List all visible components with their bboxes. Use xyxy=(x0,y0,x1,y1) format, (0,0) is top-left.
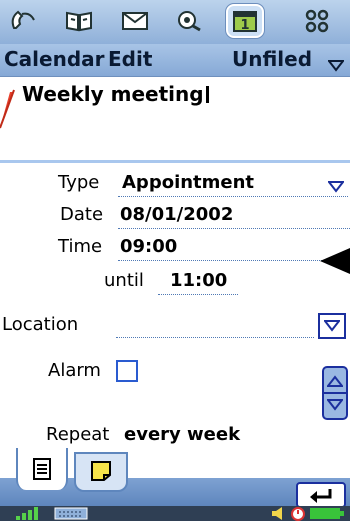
entry-title-text: Weekly meeting xyxy=(22,82,204,106)
contacts-icon[interactable] xyxy=(62,6,96,36)
time-label: Time xyxy=(58,236,103,257)
text-cursor xyxy=(205,86,209,103)
location-label: Location xyxy=(2,314,79,335)
time-value[interactable]: 09:00 xyxy=(120,236,177,257)
calendar-menu[interactable]: Calendar xyxy=(4,47,105,71)
apps-icon[interactable] xyxy=(300,6,334,36)
folder-dropdown-icon[interactable] xyxy=(326,57,346,76)
scroll-divider xyxy=(324,392,346,394)
edit-menu[interactable]: Edit xyxy=(108,47,152,71)
until-label: until xyxy=(104,270,144,291)
signal-strength-icon xyxy=(16,507,38,520)
pointer-arrow-icon xyxy=(0,89,15,129)
type-field-line xyxy=(118,196,348,197)
scroll-up-button[interactable] xyxy=(326,371,344,391)
time-field-line xyxy=(118,260,350,261)
menu-bar: Calendar Edit Unfiled xyxy=(0,44,350,77)
chevron-up-icon xyxy=(327,375,343,387)
title-separator xyxy=(0,160,350,163)
status-bar xyxy=(0,506,350,521)
phone-icon[interactable] xyxy=(6,6,40,36)
web-icon[interactable] xyxy=(172,6,206,36)
chevron-down-icon xyxy=(324,320,340,332)
volume-icon[interactable] xyxy=(270,506,286,521)
messages-icon[interactable] xyxy=(118,6,152,36)
calendar-icon[interactable]: 1 xyxy=(226,4,264,38)
location-dropdown-button[interactable] xyxy=(318,313,346,339)
type-value[interactable]: Appointment xyxy=(122,172,254,193)
repeat-value[interactable]: every week xyxy=(124,424,240,445)
alarm-checkbox[interactable] xyxy=(116,360,138,382)
scroll-down-button[interactable] xyxy=(326,395,344,415)
until-value[interactable]: 11:00 xyxy=(170,270,227,291)
app-toolbar: 1 xyxy=(0,0,350,45)
entry-title[interactable]: Weekly meeting xyxy=(22,82,209,106)
repeat-label: Repeat xyxy=(46,424,110,445)
until-field-line xyxy=(158,294,238,295)
tab-notes[interactable] xyxy=(74,452,128,492)
left-arrow-icon[interactable] xyxy=(320,248,350,274)
note-icon xyxy=(91,461,111,481)
keyboard-icon[interactable] xyxy=(54,507,88,520)
details-icon xyxy=(33,458,51,480)
return-arrow-icon xyxy=(310,489,332,503)
calendar-day: 1 xyxy=(240,18,249,33)
alarm-label: Alarm xyxy=(48,360,101,381)
chevron-down-icon xyxy=(327,399,343,411)
date-field-line xyxy=(118,228,350,229)
date-value[interactable]: 08/01/2002 xyxy=(120,204,233,225)
battery-icon xyxy=(310,508,344,519)
tab-details[interactable] xyxy=(16,448,68,490)
alarm-clock-icon[interactable] xyxy=(290,506,306,521)
scroll-control xyxy=(322,366,348,420)
location-field-line xyxy=(116,337,314,338)
type-label: Type xyxy=(58,172,100,193)
type-dropdown-icon[interactable] xyxy=(326,178,346,197)
folder-menu[interactable]: Unfiled xyxy=(232,47,312,71)
back-button[interactable] xyxy=(296,482,346,508)
date-label: Date xyxy=(60,204,104,225)
